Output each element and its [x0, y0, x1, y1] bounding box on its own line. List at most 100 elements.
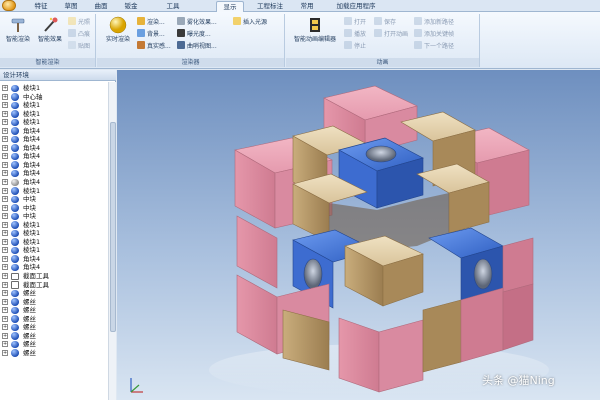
anim-open-animation-button[interactable]: 打开动画 [374, 29, 408, 39]
fog-effect-button[interactable]: 雾化效果... [177, 17, 217, 27]
decal-button[interactable]: 贴图 [68, 41, 90, 51]
emboss-button[interactable]: 凸痕 [68, 29, 90, 39]
tab-common[interactable]: 常用 [296, 1, 318, 12]
expand-toggle-icon[interactable]: + [2, 110, 8, 117]
lighting-button[interactable]: 光照 [68, 17, 90, 27]
part-icon [11, 229, 19, 238]
tree-item[interactable]: + 棱块1 [0, 187, 108, 196]
tree-item[interactable]: + 截面工具 [0, 272, 108, 281]
expand-toggle-icon[interactable]: + [2, 264, 8, 271]
anim-save-button[interactable]: 保存 [374, 17, 396, 27]
tree-item[interactable]: + 螺丝 [0, 298, 108, 307]
tree-item[interactable]: + 角块4 [0, 161, 108, 170]
tab-tools[interactable]: 工具 [160, 1, 186, 12]
expand-toggle-icon[interactable]: + [2, 204, 8, 211]
expand-toggle-icon[interactable]: + [2, 179, 8, 186]
tree-item[interactable]: + 角块4 [0, 169, 108, 178]
tree-item[interactable]: + 截面工具 [0, 281, 108, 290]
expand-toggle-icon[interactable]: + [2, 332, 8, 339]
expand-toggle-icon[interactable]: + [2, 85, 8, 91]
animation-editor-button[interactable]: 智能动画编辑器 [288, 16, 342, 43]
expand-toggle-icon[interactable]: + [2, 230, 8, 237]
render-button[interactable]: 渲染... [137, 17, 165, 27]
tab-annotation[interactable]: 工程标注 [250, 1, 290, 12]
anim-play-button[interactable]: 播放 [344, 29, 366, 39]
tree-item[interactable]: + 中块 [0, 204, 108, 213]
background-button[interactable]: 背景... [137, 29, 165, 39]
3d-viewport[interactable]: 头条 @猫Ning [117, 70, 600, 400]
realtime-render-button[interactable]: 实时渲染 [101, 16, 135, 43]
tree-item[interactable]: + 棱块1 [0, 238, 108, 247]
expand-toggle-icon[interactable]: + [2, 341, 8, 348]
expand-toggle-icon[interactable]: + [2, 187, 8, 194]
tree-item[interactable]: + 角块4 [0, 263, 108, 272]
smart-effect-button[interactable]: 智能效果 [34, 16, 66, 43]
tree-item[interactable]: + 螺丝 [0, 323, 108, 332]
expand-toggle-icon[interactable]: + [2, 255, 8, 262]
expand-toggle-icon[interactable]: + [2, 102, 8, 109]
tree-item[interactable]: + 中块 [0, 212, 108, 221]
realism-button[interactable]: 真实感... [137, 41, 171, 51]
anim-stop-button[interactable]: 停止 [344, 41, 366, 51]
tree-item[interactable]: + 中心轴 [0, 93, 108, 102]
expand-toggle-icon[interactable]: + [2, 324, 8, 331]
tree-item[interactable]: + 棱块1 [0, 221, 108, 230]
tree-item[interactable]: + 螺丝 [0, 332, 108, 341]
expand-toggle-icon[interactable]: + [2, 93, 8, 100]
tree-item[interactable]: + 螺丝 [0, 340, 108, 349]
add-keyframe-button[interactable]: 添加关键帧 [414, 29, 454, 39]
tree-item[interactable]: + 螺丝 [0, 349, 108, 358]
anim-open-button[interactable]: 打开 [344, 17, 366, 27]
tree-scrollbar[interactable] [108, 82, 116, 400]
expand-toggle-icon[interactable]: + [2, 315, 8, 322]
tab-display[interactable]: 显示 [216, 1, 244, 12]
expand-toggle-icon[interactable]: + [2, 281, 8, 288]
tree-item[interactable]: + 角块4 [0, 135, 108, 144]
expand-toggle-icon[interactable]: + [2, 127, 8, 134]
tree-item[interactable]: + 棱块1 [0, 246, 108, 255]
expand-toggle-icon[interactable]: + [2, 307, 8, 314]
tab-sketch[interactable]: 草图 [58, 1, 84, 12]
expand-toggle-icon[interactable]: + [2, 170, 8, 177]
tree-item[interactable]: + 角块4 [0, 152, 108, 161]
tree-scroll-thumb[interactable] [110, 122, 116, 332]
expand-toggle-icon[interactable]: + [2, 161, 8, 168]
tab-features[interactable]: 特征 [28, 1, 54, 12]
insert-light-button[interactable]: 插入光源 [233, 17, 267, 27]
expand-toggle-icon[interactable]: + [2, 144, 8, 151]
tree-item[interactable]: + 螺丝 [0, 306, 108, 315]
expand-toggle-icon[interactable]: + [2, 153, 8, 160]
tab-surface[interactable]: 曲面 [88, 1, 114, 12]
expand-toggle-icon[interactable]: + [2, 349, 8, 356]
expand-toggle-icon[interactable]: + [2, 238, 8, 245]
view-button[interactable]: 曲哨视图... [177, 41, 217, 51]
tree-item[interactable]: + 中块 [0, 195, 108, 204]
tree-item[interactable]: + 棱块1 [0, 229, 108, 238]
expand-toggle-icon[interactable]: + [2, 290, 8, 297]
tab-sheetmetal[interactable]: 钣金 [118, 1, 144, 12]
tree-item[interactable]: + 螺丝 [0, 315, 108, 324]
expand-toggle-icon[interactable]: + [2, 213, 8, 220]
tree-item[interactable]: + 角块4 [0, 255, 108, 264]
tree-item[interactable]: + 角块4 [0, 144, 108, 153]
expand-toggle-icon[interactable]: + [2, 247, 8, 254]
expand-toggle-icon[interactable]: + [2, 221, 8, 228]
tree-item[interactable]: + 棱块1 [0, 84, 108, 93]
expand-toggle-icon[interactable]: + [2, 196, 8, 203]
expand-toggle-icon[interactable]: + [2, 119, 8, 126]
application-menu-button[interactable] [2, 0, 16, 11]
add-path-button[interactable]: 添加新路径 [414, 17, 454, 27]
exposure-button[interactable]: 曝光度... [177, 29, 211, 39]
smart-render-button[interactable]: 智能渲染 [2, 16, 34, 43]
tree-item[interactable]: + 棱块1 [0, 118, 108, 127]
tree-item[interactable]: + 螺丝 [0, 289, 108, 298]
tab-addins[interactable]: 加载应用程序 [330, 1, 382, 12]
tree-item[interactable]: + 角块4 [0, 178, 108, 187]
tree-item[interactable]: + 角块4 [0, 127, 108, 136]
tree-item[interactable]: + 棱块1 [0, 110, 108, 119]
expand-toggle-icon[interactable]: + [2, 136, 8, 143]
next-path-button[interactable]: 下一个路径 [414, 41, 454, 51]
expand-toggle-icon[interactable]: + [2, 298, 8, 305]
tree-item[interactable]: + 棱块1 [0, 101, 108, 110]
expand-toggle-icon[interactable]: + [2, 273, 8, 280]
